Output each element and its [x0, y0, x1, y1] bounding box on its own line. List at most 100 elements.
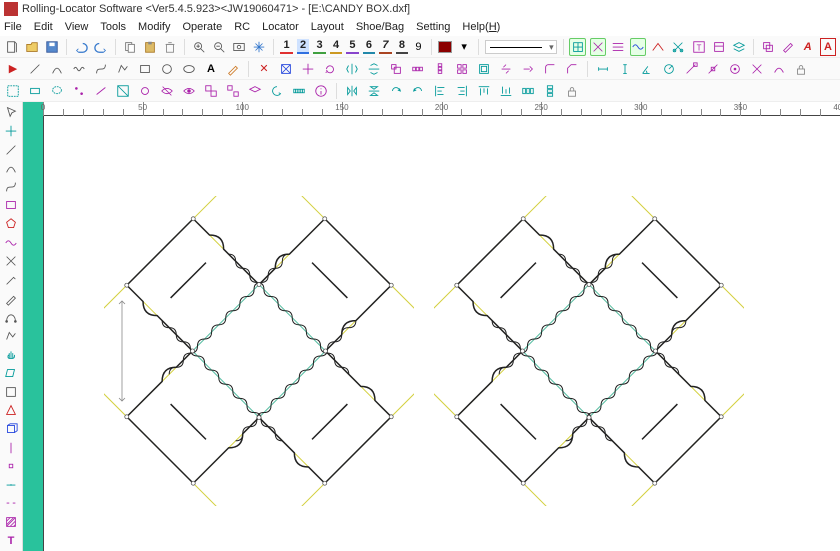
layer-3[interactable]: 3 [313, 39, 325, 54]
array-v-icon[interactable] [431, 60, 449, 78]
smooth-icon[interactable] [2, 234, 20, 251]
offset-icon[interactable] [475, 60, 493, 78]
dim-h-icon[interactable] [594, 60, 612, 78]
dim-ang-icon[interactable] [638, 60, 656, 78]
fillet-icon[interactable] [541, 60, 559, 78]
grid-icon[interactable] [569, 38, 585, 56]
wave-icon[interactable] [630, 38, 646, 56]
menu-edit[interactable]: Edit [34, 21, 53, 33]
inv-icon[interactable] [114, 82, 132, 100]
text-a-icon[interactable]: A [202, 60, 220, 78]
menu-file[interactable]: File [4, 21, 22, 33]
extend-icon[interactable] [519, 60, 537, 78]
pen-tool-icon[interactable] [224, 60, 242, 78]
dim-v-icon[interactable] [616, 60, 634, 78]
hide-icon[interactable] [158, 82, 176, 100]
arc-tool-icon[interactable] [48, 60, 66, 78]
dist-v-icon[interactable] [541, 82, 559, 100]
rect4-icon[interactable] [2, 383, 20, 400]
color-dropdown-icon[interactable]: ▾ [456, 38, 472, 56]
menu-setting[interactable]: Setting [416, 21, 450, 33]
menu-rc[interactable]: RC [234, 21, 250, 33]
box2-icon[interactable] [2, 421, 20, 438]
menu-locator[interactable]: Locator [262, 21, 299, 33]
layer-7[interactable]: 7 [379, 39, 391, 54]
show-icon[interactable] [180, 82, 198, 100]
snap-cen-icon[interactable] [726, 60, 744, 78]
node-icon[interactable] [2, 458, 20, 475]
save-icon[interactable] [44, 38, 60, 56]
measure-icon[interactable] [290, 82, 308, 100]
ellipse-tool-icon[interactable] [180, 60, 198, 78]
layer-panel-icon[interactable] [731, 38, 747, 56]
copy-icon[interactable] [122, 38, 138, 56]
lock-icon[interactable] [792, 60, 810, 78]
pan-icon[interactable] [251, 38, 267, 56]
pattern-right[interactable] [434, 196, 744, 506]
align-t-icon[interactable] [475, 82, 493, 100]
box-a-icon[interactable]: A [820, 38, 836, 56]
line-tool-icon[interactable] [26, 60, 44, 78]
knife-icon[interactable] [2, 272, 20, 289]
paint-icon[interactable] [780, 38, 796, 56]
dim-r-icon[interactable] [660, 60, 678, 78]
group-icon[interactable] [202, 82, 220, 100]
layer-6[interactable]: 6 [363, 39, 375, 54]
rot90-icon[interactable] [387, 82, 405, 100]
layers-icon[interactable] [246, 82, 264, 100]
layer-4[interactable]: 4 [330, 39, 342, 54]
line2-icon[interactable] [2, 141, 20, 158]
ungroup-icon[interactable] [224, 82, 242, 100]
move-tool-icon[interactable] [299, 60, 317, 78]
snap-mid-icon[interactable] [704, 60, 722, 78]
undo-icon[interactable] [73, 38, 89, 56]
new-icon[interactable] [4, 38, 20, 56]
paste-icon[interactable] [142, 38, 158, 56]
mirror-h-icon[interactable] [343, 60, 361, 78]
layer-8[interactable]: 8 [396, 39, 408, 54]
canvas[interactable] [43, 116, 840, 551]
sel-all-icon[interactable] [4, 82, 22, 100]
lock2-icon[interactable] [563, 82, 581, 100]
trim-icon[interactable] [497, 60, 515, 78]
mirror-v-icon[interactable] [365, 60, 383, 78]
x-blue-icon[interactable] [277, 60, 295, 78]
align-l-icon[interactable] [431, 82, 449, 100]
layer-2[interactable]: 2 [297, 39, 309, 54]
hand-icon[interactable] [2, 346, 20, 363]
sel-pt-icon[interactable] [70, 82, 88, 100]
props-icon[interactable] [711, 38, 727, 56]
curve2-icon[interactable] [2, 179, 20, 196]
join-icon[interactable] [2, 477, 20, 494]
poly2-icon[interactable] [2, 216, 20, 233]
menu-operate[interactable]: Operate [182, 21, 222, 33]
flip-h-icon[interactable] [343, 82, 361, 100]
text-icon[interactable]: T [691, 38, 707, 56]
bezier-icon[interactable] [2, 309, 20, 326]
color-swatch[interactable] [438, 41, 452, 53]
open-icon[interactable] [24, 38, 40, 56]
text2-icon[interactable]: T [2, 532, 20, 549]
flip-v-icon[interactable] [365, 82, 383, 100]
layer-9[interactable]: 9 [412, 41, 424, 53]
path3-icon[interactable] [2, 328, 20, 345]
layer-1[interactable]: 1 [280, 39, 292, 54]
mirror2-icon[interactable] [2, 439, 20, 456]
menu-view[interactable]: View [65, 21, 89, 33]
cut-icon[interactable] [2, 253, 20, 270]
menu-layout[interactable]: Layout [311, 21, 344, 33]
align-b-icon[interactable] [497, 82, 515, 100]
menu-help[interactable]: Help(H) [462, 21, 500, 33]
zoom-in-icon[interactable] [191, 38, 207, 56]
rotm90-icon[interactable] [409, 82, 427, 100]
array-h-icon[interactable] [409, 60, 427, 78]
line-style-dropdown[interactable]: ▾ [485, 40, 557, 54]
zoom-out-icon[interactable] [211, 38, 227, 56]
snap-icon[interactable] [590, 38, 606, 56]
poly-tool-icon[interactable] [114, 60, 132, 78]
align-icon[interactable] [610, 38, 626, 56]
snap-int-icon[interactable] [748, 60, 766, 78]
layer-5[interactable]: 5 [346, 39, 358, 54]
dist-h-icon[interactable] [519, 82, 537, 100]
zoom-fit-icon[interactable] [231, 38, 247, 56]
